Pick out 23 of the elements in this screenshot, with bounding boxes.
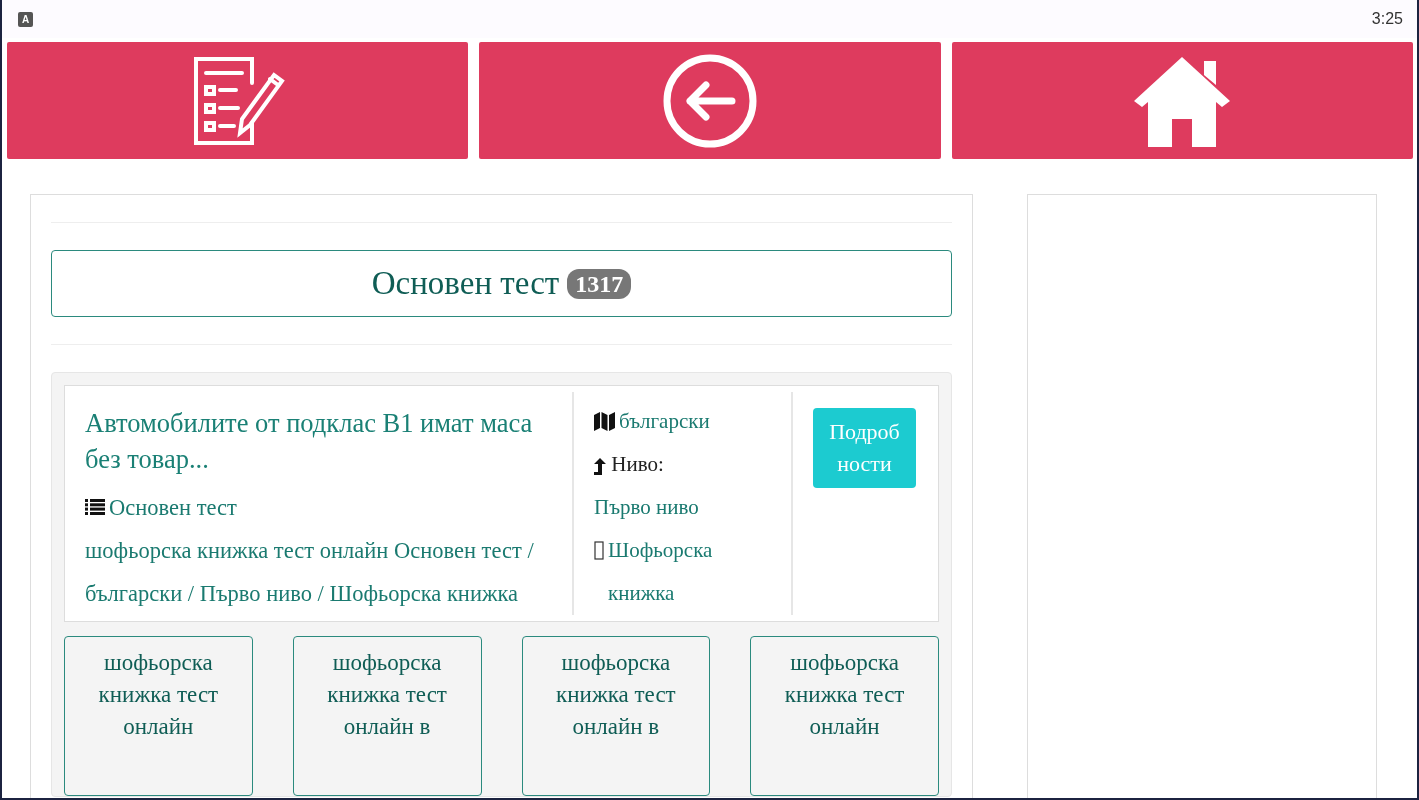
question-link[interactable]: Автомобилите от подклас B1 имат маса без товар... [85,406,552,478]
level-label: Ниво: [611,451,664,478]
level-up-icon [594,457,606,475]
tag-link[interactable]: шофьорска книжка тест онлайн в [292,636,482,796]
tag-link[interactable]: шофьорска книжка тест онлайн в [521,636,711,796]
language-link[interactable]: български [619,400,710,443]
missing-glyph-icon [594,541,604,560]
list-icon [85,499,105,516]
count-badge: 1317 [567,268,632,299]
home-icon [1134,54,1231,147]
home-button[interactable] [951,42,1413,159]
breadcrumb-text: шофьорска книжка тест онлайн Основен тест / български / Първо ниво / Шофьорска книжка [85,536,535,608]
license-link[interactable]: Шофьорска книжка [608,529,771,615]
clock-time: 3:25 [1371,10,1403,28]
level-link[interactable]: Първо ниво [594,486,699,529]
app-icon: A [18,11,33,27]
page-title: Основен тест [371,263,560,303]
category-link[interactable]: Основен тест [109,485,237,529]
tag-link[interactable]: шофьорска книжка тест онлайн [64,636,253,796]
back-arrow-button[interactable] [479,42,941,159]
map-icon [594,412,615,431]
tag-link[interactable]: шофьорска книжка тест онлайн [750,636,939,796]
checklist-button[interactable] [7,42,469,159]
